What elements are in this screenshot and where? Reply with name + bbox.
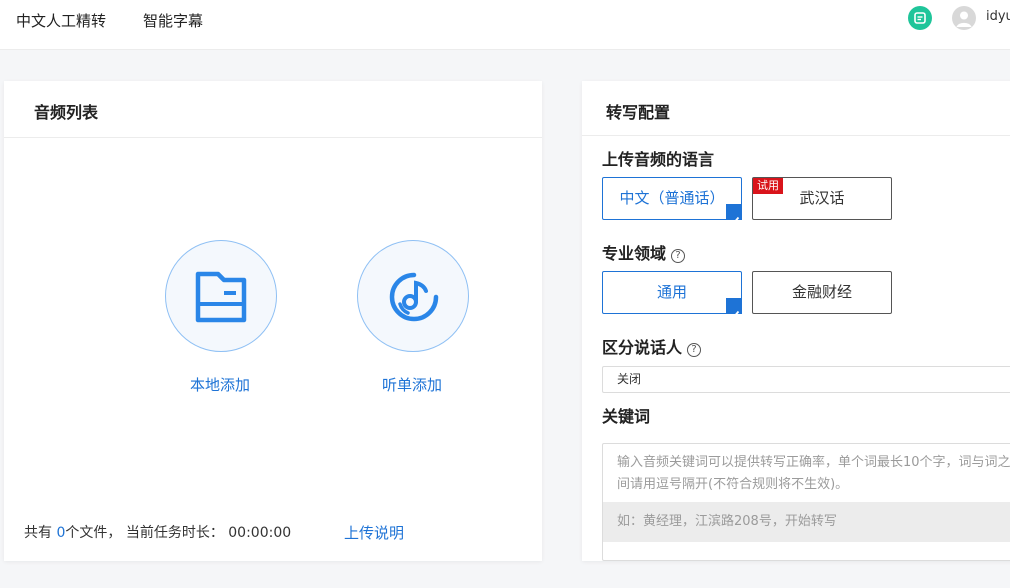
top-bar: 中文人工精转 智能字幕 idyu	[0, 0, 1010, 50]
language-option-wuhan-label: 武汉话	[799, 189, 845, 207]
playlist-add-button[interactable]	[357, 240, 469, 352]
divider	[582, 135, 1010, 136]
audio-list-title: 音频列表	[34, 103, 99, 122]
playlist-add-label[interactable]: 听单添加	[382, 374, 442, 395]
speaker-select[interactable]: 关闭	[602, 366, 1010, 393]
domain-option-general[interactable]: 通用	[602, 271, 742, 320]
help-icon[interactable]: ?	[671, 249, 686, 263]
nav-chinese-transcription[interactable]: 中文人工精转	[16, 10, 106, 31]
file-count-summary: 共有 0个文件， 当前任务时长： 00:00:00	[24, 522, 291, 542]
speaker-label: 区分说话人?	[602, 334, 702, 358]
language-option-wuhan[interactable]: 试用 武汉话	[752, 177, 892, 220]
avatar[interactable]	[952, 6, 976, 30]
config-title: 转写配置	[606, 103, 671, 122]
local-add-button[interactable]	[165, 240, 277, 352]
domain-option-finance-label: 金融财经	[791, 283, 852, 301]
message-icon[interactable]	[908, 6, 932, 30]
trial-badge: 试用	[753, 178, 783, 194]
domain-label-text: 专业领域	[602, 244, 667, 263]
file-count-prefix: 共有	[24, 525, 57, 541]
music-disc-icon	[389, 272, 439, 322]
language-option-mandarin-label: 中文（普通话）	[619, 189, 725, 207]
divider	[4, 137, 542, 138]
domain-option-general-label: 通用	[656, 283, 687, 301]
language-label: 上传音频的语言	[602, 150, 715, 169]
upload-help-link[interactable]: 上传说明	[344, 522, 404, 543]
keywords-input[interactable]: 输入音频关键词可以提供转写正确率，单个词最长10个字，词与词之间请用逗号隔开(不…	[602, 443, 1010, 561]
help-icon[interactable]: ?	[687, 343, 702, 357]
check-icon	[726, 298, 742, 320]
language-option-mandarin[interactable]: 中文（普通话）	[602, 177, 742, 226]
keywords-placeholder: 输入音频关键词可以提供转写正确率，单个词最长10个字，词与词之间请用逗号隔开(不…	[617, 455, 1010, 492]
speaker-label-text: 区分说话人	[602, 338, 683, 357]
keywords-label: 关键词	[602, 407, 651, 426]
keywords-example: 如：黄经理，江滨路208号，开始转写	[603, 502, 1010, 542]
domain-option-finance[interactable]: 金融财经	[752, 271, 892, 314]
username[interactable]: idyu	[986, 9, 1010, 24]
audio-list-panel: 音频列表 本地添加 听单添加 共有 0个文件， 当前任务时长： 00:00:00…	[4, 81, 542, 561]
folder-icon	[195, 271, 247, 323]
transcription-config-panel: 转写配置 上传音频的语言 中文（普通话） 试用 武汉话 专业领域? 通用 金融财…	[582, 81, 1010, 561]
domain-label: 专业领域?	[602, 240, 686, 264]
local-add-label[interactable]: 本地添加	[190, 374, 250, 395]
file-count-suffix: 个文件， 当前任务时长： 00:00:00	[65, 525, 292, 541]
nav-smart-subtitles[interactable]: 智能字幕	[143, 10, 203, 31]
check-icon	[726, 204, 742, 226]
